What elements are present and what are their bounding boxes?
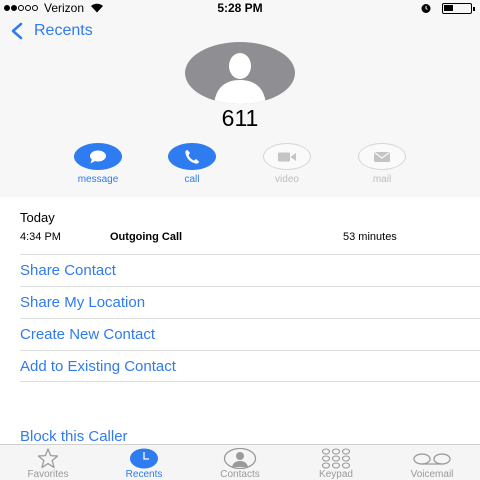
tab-voicemail-label: Voicemail xyxy=(410,469,454,480)
contact-avatar xyxy=(185,42,295,104)
add-to-contact-option[interactable]: Add to Existing Contact xyxy=(20,350,480,382)
back-button[interactable]: Recents xyxy=(10,18,93,44)
call-time: 4:34 PM xyxy=(20,231,61,243)
tab-favorites-label: Favorites xyxy=(27,469,69,480)
keypad-icon xyxy=(321,448,351,469)
back-label: Recents xyxy=(34,22,93,39)
contact-name: 611 xyxy=(221,105,259,131)
share-contact-option[interactable]: Share Contact xyxy=(20,254,480,286)
clock-icon xyxy=(130,448,158,469)
envelope-icon xyxy=(374,151,390,162)
share-location-option[interactable]: Share My Location xyxy=(20,286,480,318)
alarm-clock-icon xyxy=(421,4,431,13)
star-icon xyxy=(37,448,59,469)
mail-button[interactable]: mail xyxy=(347,143,417,185)
voicemail-icon xyxy=(413,453,451,465)
tab-voicemail[interactable]: Voicemail xyxy=(392,448,472,480)
video-label: video xyxy=(275,174,299,185)
status-right xyxy=(420,2,475,14)
chevron-left-icon xyxy=(11,22,23,40)
tab-recents[interactable]: Recents xyxy=(104,448,184,480)
video-camera-icon xyxy=(278,152,296,161)
tab-contacts[interactable]: Contacts xyxy=(200,448,280,480)
video-button[interactable]: video xyxy=(252,143,322,185)
call-label: call xyxy=(184,174,200,185)
person-silhouette-icon xyxy=(214,53,266,104)
call-type: Outgoing Call xyxy=(110,231,183,243)
tab-recents-label: Recents xyxy=(125,469,163,480)
message-label: message xyxy=(77,174,119,185)
create-contact-option[interactable]: Create New Contact xyxy=(20,318,480,350)
tab-contacts-label: Contacts xyxy=(220,469,260,480)
message-button[interactable]: message xyxy=(63,143,133,185)
details-panel: Today 4:34 PM Outgoing Call 53 minutes S… xyxy=(0,197,480,445)
history-heading: Today xyxy=(20,210,55,225)
message-bubble-icon xyxy=(90,150,106,163)
call-button[interactable]: call xyxy=(157,143,227,185)
phone-icon xyxy=(185,149,199,164)
status-bar: Verizon 5:28 PM xyxy=(0,0,480,16)
mail-label: mail xyxy=(372,174,392,185)
status-time: 5:28 PM xyxy=(217,1,263,15)
tab-keypad-label: Keypad xyxy=(319,469,353,480)
tab-keypad[interactable]: Keypad xyxy=(296,448,376,480)
person-circle-icon xyxy=(223,448,257,469)
tab-bar: Favorites Recents Contacts Keypad Voicem… xyxy=(0,444,480,480)
block-caller-option[interactable]: Block this Caller xyxy=(20,428,128,445)
battery-icon xyxy=(442,2,475,14)
call-duration: 53 minutes xyxy=(343,231,397,243)
tab-favorites[interactable]: Favorites xyxy=(8,448,88,480)
action-buttons: message call video mail xyxy=(0,143,480,188)
